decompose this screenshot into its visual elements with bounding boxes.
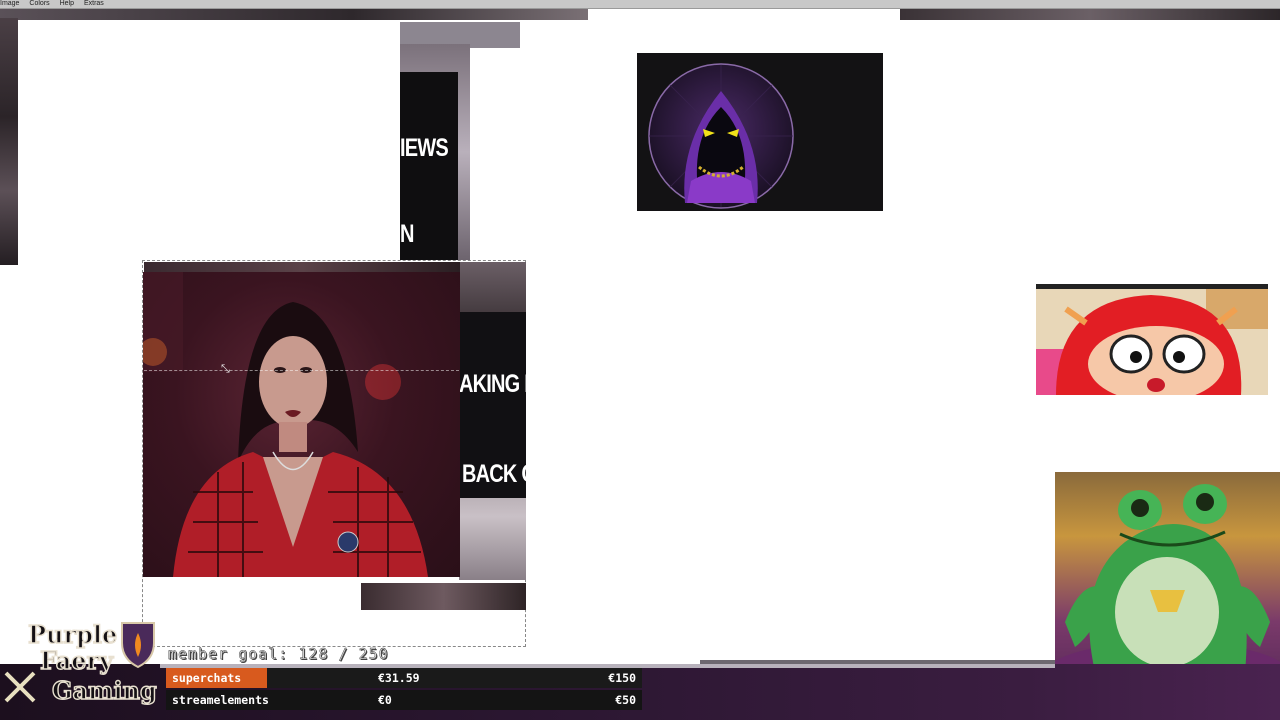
news-panel-line-1: IEWS (400, 134, 449, 162)
cam-news-line-1: AKING N (459, 370, 526, 398)
donation-goal: €50 (615, 693, 636, 707)
donation-goal: €150 (608, 671, 636, 685)
breaking-news-panel-2: AKING N BACK O (459, 312, 526, 498)
donation-label: superchats (166, 668, 267, 688)
menu-item-image[interactable]: Image (0, 0, 19, 7)
cartoon-face (1036, 284, 1268, 395)
cam-news-line-2: BACK O (462, 460, 526, 488)
menu-item-extras[interactable]: Extras (84, 0, 104, 7)
brand-logo: Purple Faery Gaming (4, 615, 166, 715)
frog-figurine (1055, 484, 1280, 686)
donation-amount: €31.59 (378, 671, 420, 685)
donation-label: streamelements (172, 693, 269, 707)
webcam-top-strip (144, 262, 460, 272)
top-photo-strip (0, 9, 588, 20)
resize-cursor-icon: ⤡ (221, 363, 230, 375)
webcam-bottom-strip (361, 583, 526, 610)
top-photo-strip-right (900, 9, 1280, 20)
hooded-figure-icon (648, 63, 794, 209)
donation-row-superchats: superchats €31.59 €150 (166, 668, 642, 688)
donation-row-streamelements: streamelements €0 €50 (166, 690, 642, 710)
left-edge-photo (0, 18, 18, 265)
breaking-news-panel: IEWS N (400, 72, 458, 260)
brand-line-3: Gaming (52, 676, 157, 705)
brand-line-1: Purple (28, 620, 117, 649)
member-goal-text: member goal: 128 / 250 (168, 645, 389, 663)
channel-logo (637, 53, 883, 211)
frog-figure (1055, 472, 1280, 686)
paint-menubar: Image Colors Help Extras (0, 0, 1280, 9)
brand-wordmark: Purple Faery Gaming (4, 619, 158, 706)
streamer-portrait (143, 272, 428, 577)
menu-item-colors[interactable]: Colors (29, 0, 49, 7)
brand-line-2: Faery (40, 646, 114, 675)
donation-amount: €0 (378, 693, 392, 707)
selection-guide-line (144, 370, 459, 372)
cartoon-character (1036, 289, 1268, 395)
news-panel-line-2: N (400, 220, 414, 248)
menu-item-help[interactable]: Help (60, 0, 74, 7)
webcam-feed (143, 272, 460, 577)
